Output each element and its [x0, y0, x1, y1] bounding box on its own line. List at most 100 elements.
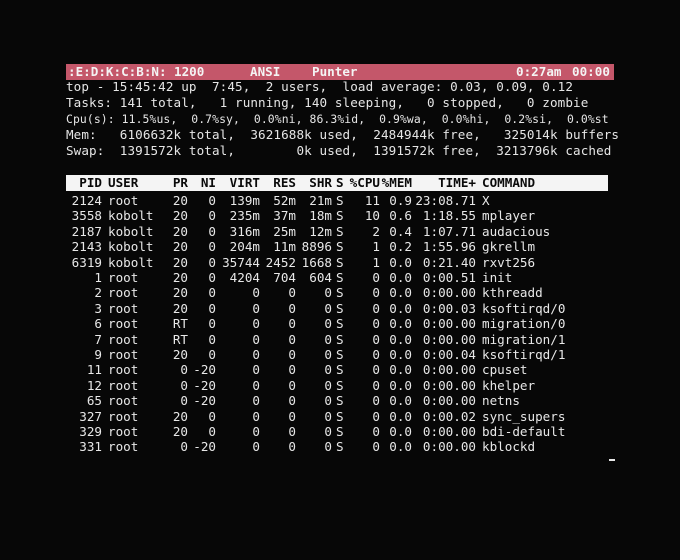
cell-shr: 0	[324, 285, 332, 301]
cell-res: 0	[288, 377, 296, 393]
col-time: TIME+	[438, 175, 476, 190]
cell-pr: 20	[172, 254, 188, 270]
cell-virt: 0	[252, 347, 260, 362]
col-state: S	[336, 175, 344, 190]
cell-virt: 0	[252, 408, 260, 424]
cell-user: root	[108, 285, 139, 301]
col-ni: NI	[200, 175, 216, 190]
cell-time: 0:00.00	[422, 285, 476, 301]
cell-mem: 0.0	[389, 285, 412, 301]
cell-mem: 0.2	[389, 239, 412, 255]
cell-pr: 20	[172, 300, 188, 316]
cell-pid: 65	[86, 393, 102, 409]
cell-time: 0:00.00	[422, 439, 476, 455]
process-row: 9 root 20 0 0 0 0 S 0 0.0 0:00.04 ksoftirqd/1	[66, 347, 608, 362]
cell-pr: RT	[172, 331, 188, 347]
cell-virt: 0	[252, 393, 260, 409]
process-row: 3 root 20 0 0 0 0 S 0 0.0 0:00.03 ksoftirqd/0	[66, 301, 608, 316]
cell-shr: 0	[324, 316, 332, 332]
status-timer: 00:00	[572, 64, 610, 79]
cell-cpu: 1	[372, 239, 380, 255]
cell-cpu: 0	[372, 300, 380, 316]
process-row: 329 root 20 0 0 0 0 S 0 0.0 0:00.00 bdi-default	[66, 424, 608, 439]
process-row: 331 root 0 -20 0 0 0 S 0 0.0 0:00.00 kblockd	[66, 439, 608, 454]
cell-ni: 0	[208, 254, 216, 270]
process-row: 11 root 0 -20 0 0 0 S 0 0.0 0:00.00 cpuset	[66, 362, 608, 377]
cell-shr: 0	[324, 331, 332, 347]
cell-ni: 0	[208, 239, 216, 255]
col-virt: VIRT	[229, 175, 260, 190]
cell-command: kblockd	[482, 439, 536, 455]
col-pid: PID	[79, 175, 102, 190]
uptime-line: top - 15:45:42 up 7:45, 2 users, load av…	[66, 79, 574, 94]
terminal-screen[interactable]: :E:D:K:C:B:N: 1200 ANSI Punter 0:27am 00…	[0, 0, 680, 560]
col-user: USER	[108, 175, 139, 190]
cell-shr: 0	[324, 439, 332, 455]
cell-command: gkrellm	[482, 239, 536, 255]
cell-command: audacious	[482, 223, 551, 239]
col-res: RES	[273, 175, 296, 190]
cell-pr: 20	[172, 270, 188, 285]
cell-virt: 0	[252, 300, 260, 316]
cell-user: root	[108, 362, 139, 378]
cell-shr: 0	[324, 424, 332, 439]
cell-cpu: 0	[372, 408, 380, 424]
cell-ni: 0	[208, 223, 216, 239]
cell-virt: 0	[252, 316, 260, 332]
cell-mem: 0.0	[389, 347, 412, 362]
cell-res: 37m	[273, 208, 296, 224]
cell-pr: 20	[172, 285, 188, 301]
col-cpu: %CPU	[349, 175, 380, 190]
cell-res: 0	[288, 316, 296, 332]
cell-ni: -20	[193, 377, 216, 393]
cell-pr: 20	[172, 239, 188, 255]
cell-pr: 20	[172, 347, 188, 362]
cell-user: root	[108, 377, 139, 393]
cell-pid: 2187	[71, 223, 102, 239]
cell-mem: 0.4	[389, 223, 412, 239]
cell-ni: 0	[208, 208, 216, 224]
cell-shr: 0	[324, 393, 332, 409]
cell-virt: 4204	[229, 270, 260, 285]
cell-ni: 0	[208, 331, 216, 347]
cell-res: 0	[288, 362, 296, 378]
cell-time: 0:00.02	[422, 408, 476, 424]
cell-command: X	[482, 193, 490, 208]
cell-shr: 0	[324, 300, 332, 316]
cell-cpu: 0	[372, 316, 380, 332]
cell-shr: 0	[324, 377, 332, 393]
cell-cpu: 0	[372, 270, 380, 285]
cell-cpu: 0	[372, 377, 380, 393]
cell-mem: 0.0	[389, 254, 412, 270]
cell-pid: 3558	[71, 208, 102, 224]
process-row: 3558 kobolt 20 0 235m 37m 18m S 10 0.6 1:18.55 mpla…	[66, 208, 608, 223]
cell-mem: 0.0	[389, 393, 412, 409]
col-pr: PR	[172, 175, 188, 190]
cell-pid: 329	[79, 424, 102, 439]
cell-shr: 0	[324, 408, 332, 424]
cell-time: 0:00.04	[422, 347, 476, 362]
cell-time: 0:00.51	[422, 270, 476, 285]
col-command: COMMAND	[482, 175, 536, 190]
cell-virt: 235m	[229, 208, 260, 224]
cell-mem: 0.0	[389, 408, 412, 424]
cell-res: 25m	[273, 223, 296, 239]
cell-command: init	[482, 270, 513, 285]
cell-user: kobolt	[108, 223, 154, 239]
cell-pid: 12	[86, 377, 102, 393]
process-row: 2187 kobolt 20 0 316m 25m 12m S 2 0.4 1:07.71 audac…	[66, 224, 608, 239]
cell-cpu: 1	[372, 254, 380, 270]
cell-command: ksoftirqd/0	[482, 300, 566, 316]
cell-ni: 0	[208, 285, 216, 301]
cell-mem: 0.0	[389, 362, 412, 378]
cell-pid: 7	[94, 331, 102, 347]
cell-command: mplayer	[482, 208, 536, 224]
cell-shr: 18m	[309, 208, 332, 224]
cell-time: 0:00.00	[422, 377, 476, 393]
cell-cpu: 0	[372, 347, 380, 362]
col-mem: %MEM	[381, 175, 412, 190]
cell-time: 0:00.00	[422, 362, 476, 378]
cell-user: root	[108, 270, 139, 285]
cell-shr: 21m	[309, 193, 332, 208]
cell-shr: 0	[324, 362, 332, 378]
